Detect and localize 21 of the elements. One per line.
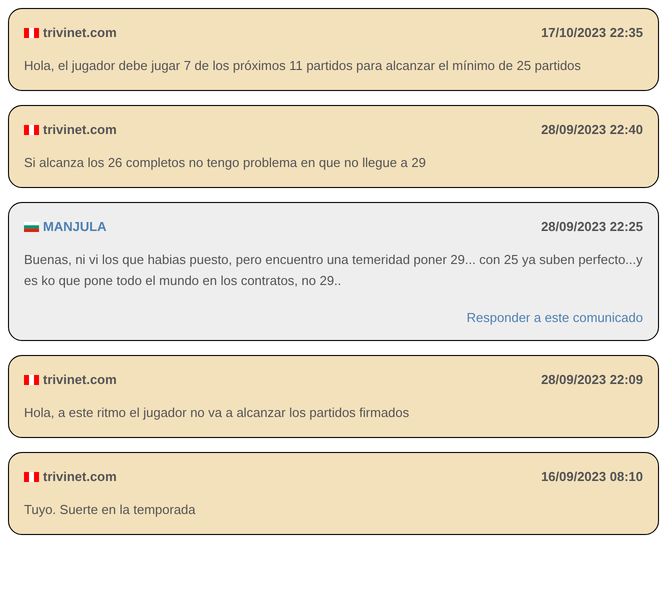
flag-icon — [24, 125, 39, 135]
comment-text: Hola, a este ritmo el jugador no va a alcanzar los partidos firmados — [24, 404, 410, 422]
comment-date: 17/10/2023 22:35 — [541, 25, 643, 41]
comment-text: Tuyo. Suerte en la temporada — [24, 501, 197, 519]
flag-icon — [24, 222, 39, 232]
author-name: trivinet.com — [43, 25, 117, 41]
comment-text: Buenas, ni vi los que habias puesto, pero encuentro una temeridad poner 29... con 25 ya suben perfecto...y es ko que pone todo el mundo en los contratos, no 29.. — [24, 251, 643, 290]
reply-link[interactable]: Responder a este comunicado — [466, 310, 643, 326]
comment-date: 28/09/2023 22:09 — [541, 372, 643, 388]
comment-date: 28/09/2023 22:40 — [541, 122, 643, 138]
author-name: trivinet.com — [43, 469, 117, 485]
comment-text: Hola, el jugador debe jugar 7 de los próximos 11 partidos para alcanzar el mínimo de 25 partidos — [24, 57, 582, 75]
flag-icon — [24, 375, 39, 385]
author-name: trivinet.com — [43, 372, 117, 388]
comment-date: 16/09/2023 08:10 — [541, 469, 643, 485]
author-name: trivinet.com — [43, 122, 117, 138]
flag-icon — [24, 472, 39, 482]
comment-text: Si alcanza los 26 completos no tengo problema en que no llegue a 29 — [24, 154, 427, 172]
author-name[interactable]: MANJULA — [43, 219, 107, 235]
comment-date: 28/09/2023 22:25 — [541, 219, 643, 235]
flag-icon — [24, 28, 39, 38]
